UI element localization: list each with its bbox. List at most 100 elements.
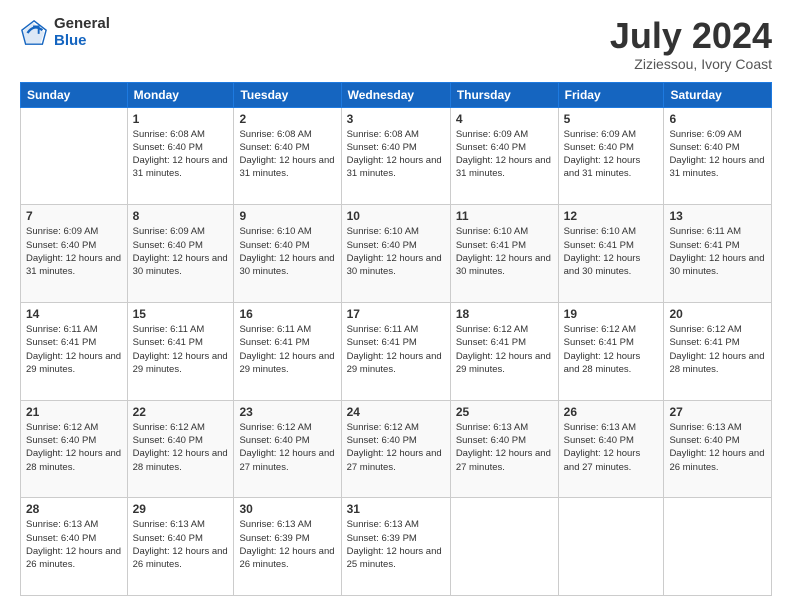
day-info: Sunrise: 6:11 AMSunset: 6:41 PMDaylight:… [26, 324, 121, 375]
day-info: Sunrise: 6:09 AMSunset: 6:40 PMDaylight:… [456, 129, 551, 180]
day-info: Sunrise: 6:08 AMSunset: 6:40 PMDaylight:… [133, 129, 228, 180]
calendar-cell: 10 Sunrise: 6:10 AMSunset: 6:40 PMDayligh… [341, 205, 450, 303]
day-info: Sunrise: 6:13 AMSunset: 6:39 PMDaylight:… [239, 519, 334, 570]
day-number: 25 [456, 405, 553, 419]
day-info: Sunrise: 6:12 AMSunset: 6:40 PMDaylight:… [239, 422, 334, 473]
day-number: 28 [26, 502, 122, 516]
day-info: Sunrise: 6:11 AMSunset: 6:41 PMDaylight:… [347, 324, 442, 375]
week-row-0: 1 Sunrise: 6:08 AMSunset: 6:40 PMDaylight… [21, 107, 772, 205]
calendar-cell: 8Sunrise: 6:09 AMSunset: 6:40 PMDaylight… [127, 205, 234, 303]
day-info: Sunrise: 6:13 AMSunset: 6:40 PMDaylight:… [133, 519, 228, 570]
calendar-table: Sunday Monday Tuesday Wednesday Thursday… [20, 82, 772, 596]
day-info: Sunrise: 6:09 AMSunset: 6:40 PMDaylight:… [26, 226, 121, 277]
day-number: 24 [347, 405, 445, 419]
calendar-cell: 3 Sunrise: 6:08 AMSunset: 6:40 PMDaylight… [341, 107, 450, 205]
calendar-cell [664, 498, 772, 596]
calendar-cell: 12Sunrise: 6:10 AMSunset: 6:41 PMDayligh… [558, 205, 664, 303]
title-location: Ziziessou, Ivory Coast [610, 56, 772, 72]
day-number: 4 [456, 112, 553, 126]
header-monday: Monday [127, 82, 234, 107]
page: General Blue July 2024 Ziziessou, Ivory … [0, 0, 792, 612]
calendar-cell: 29 Sunrise: 6:13 AMSunset: 6:40 PMDayligh… [127, 498, 234, 596]
header-thursday: Thursday [450, 82, 558, 107]
day-number: 13 [669, 209, 766, 223]
day-info: Sunrise: 6:09 AMSunset: 6:40 PMDaylight:… [133, 226, 228, 277]
day-info: Sunrise: 6:11 AMSunset: 6:41 PMDaylight:… [669, 226, 764, 277]
day-number: 16 [239, 307, 335, 321]
calendar-cell: 9Sunrise: 6:10 AMSunset: 6:40 PMDaylight… [234, 205, 341, 303]
calendar-cell: 24 Sunrise: 6:12 AMSunset: 6:40 PMDayligh… [341, 400, 450, 498]
day-info: Sunrise: 6:09 AMSunset: 6:40 PMDaylight:… [669, 129, 764, 180]
day-number: 12 [564, 209, 659, 223]
day-number: 29 [133, 502, 229, 516]
logo-general-text: General [54, 16, 110, 33]
day-info: Sunrise: 6:08 AMSunset: 6:40 PMDaylight:… [239, 129, 334, 180]
calendar-cell: 7 Sunrise: 6:09 AMSunset: 6:40 PMDaylight… [21, 205, 128, 303]
calendar-cell: 17 Sunrise: 6:11 AMSunset: 6:41 PMDayligh… [341, 302, 450, 400]
day-info: Sunrise: 6:13 AMSunset: 6:40 PMDaylight:… [669, 422, 764, 473]
title-month: July 2024 [610, 16, 772, 56]
calendar-cell: 16 Sunrise: 6:11 AMSunset: 6:41 PMDayligh… [234, 302, 341, 400]
calendar-cell: 5 Sunrise: 6:09 AMSunset: 6:40 PMDaylight… [558, 107, 664, 205]
calendar-cell: 31Sunrise: 6:13 AMSunset: 6:39 PMDayligh… [341, 498, 450, 596]
weekday-header-row: Sunday Monday Tuesday Wednesday Thursday… [21, 82, 772, 107]
calendar-cell: 6 Sunrise: 6:09 AMSunset: 6:40 PMDaylight… [664, 107, 772, 205]
day-info: Sunrise: 6:09 AMSunset: 6:40 PMDaylight:… [564, 129, 641, 180]
calendar-cell [450, 498, 558, 596]
day-info: Sunrise: 6:10 AMSunset: 6:40 PMDaylight:… [347, 226, 442, 277]
day-info: Sunrise: 6:12 AMSunset: 6:41 PMDaylight:… [564, 324, 641, 375]
calendar-cell: 14Sunrise: 6:11 AMSunset: 6:41 PMDayligh… [21, 302, 128, 400]
day-number: 2 [239, 112, 335, 126]
day-info: Sunrise: 6:12 AMSunset: 6:40 PMDaylight:… [133, 422, 228, 473]
calendar-cell: 20Sunrise: 6:12 AMSunset: 6:41 PMDayligh… [664, 302, 772, 400]
calendar-cell: 13 Sunrise: 6:11 AMSunset: 6:41 PMDayligh… [664, 205, 772, 303]
logo-icon [20, 19, 48, 47]
day-number: 15 [133, 307, 229, 321]
day-number: 7 [26, 209, 122, 223]
week-row-1: 7 Sunrise: 6:09 AMSunset: 6:40 PMDaylight… [21, 205, 772, 303]
day-number: 23 [239, 405, 335, 419]
calendar-cell: 18Sunrise: 6:12 AMSunset: 6:41 PMDayligh… [450, 302, 558, 400]
day-info: Sunrise: 6:13 AMSunset: 6:40 PMDaylight:… [26, 519, 121, 570]
day-number: 19 [564, 307, 659, 321]
title-block: July 2024 Ziziessou, Ivory Coast [610, 16, 772, 72]
calendar-cell: 25 Sunrise: 6:13 AMSunset: 6:40 PMDayligh… [450, 400, 558, 498]
day-number: 3 [347, 112, 445, 126]
day-number: 1 [133, 112, 229, 126]
day-info: Sunrise: 6:11 AMSunset: 6:41 PMDaylight:… [133, 324, 228, 375]
day-number: 11 [456, 209, 553, 223]
calendar-cell: 27Sunrise: 6:13 AMSunset: 6:40 PMDayligh… [664, 400, 772, 498]
calendar-cell: 26Sunrise: 6:13 AMSunset: 6:40 PMDayligh… [558, 400, 664, 498]
header-wednesday: Wednesday [341, 82, 450, 107]
calendar-cell: 1 Sunrise: 6:08 AMSunset: 6:40 PMDaylight… [127, 107, 234, 205]
calendar-cell: 2 Sunrise: 6:08 AMSunset: 6:40 PMDaylight… [234, 107, 341, 205]
header-sunday: Sunday [21, 82, 128, 107]
logo-blue-text: Blue [54, 33, 110, 50]
header-saturday: Saturday [664, 82, 772, 107]
header-tuesday: Tuesday [234, 82, 341, 107]
day-number: 9 [239, 209, 335, 223]
day-info: Sunrise: 6:12 AMSunset: 6:40 PMDaylight:… [347, 422, 442, 473]
day-info: Sunrise: 6:12 AMSunset: 6:41 PMDaylight:… [456, 324, 551, 375]
calendar-cell [21, 107, 128, 205]
day-info: Sunrise: 6:13 AMSunset: 6:40 PMDaylight:… [456, 422, 551, 473]
day-number: 6 [669, 112, 766, 126]
day-info: Sunrise: 6:08 AMSunset: 6:40 PMDaylight:… [347, 129, 442, 180]
header-friday: Friday [558, 82, 664, 107]
day-number: 17 [347, 307, 445, 321]
calendar-cell: 23 Sunrise: 6:12 AMSunset: 6:40 PMDayligh… [234, 400, 341, 498]
calendar-cell: 30 Sunrise: 6:13 AMSunset: 6:39 PMDayligh… [234, 498, 341, 596]
calendar-cell: 21Sunrise: 6:12 AMSunset: 6:40 PMDayligh… [21, 400, 128, 498]
day-info: Sunrise: 6:11 AMSunset: 6:41 PMDaylight:… [239, 324, 334, 375]
logo: General Blue [20, 16, 110, 49]
day-number: 21 [26, 405, 122, 419]
day-number: 10 [347, 209, 445, 223]
week-row-2: 14Sunrise: 6:11 AMSunset: 6:41 PMDayligh… [21, 302, 772, 400]
logo-text: General Blue [54, 16, 110, 49]
header: General Blue July 2024 Ziziessou, Ivory … [20, 16, 772, 72]
day-number: 30 [239, 502, 335, 516]
day-number: 5 [564, 112, 659, 126]
calendar-cell: 22Sunrise: 6:12 AMSunset: 6:40 PMDayligh… [127, 400, 234, 498]
day-info: Sunrise: 6:10 AMSunset: 6:41 PMDaylight:… [456, 226, 551, 277]
day-info: Sunrise: 6:12 AMSunset: 6:41 PMDaylight:… [669, 324, 764, 375]
